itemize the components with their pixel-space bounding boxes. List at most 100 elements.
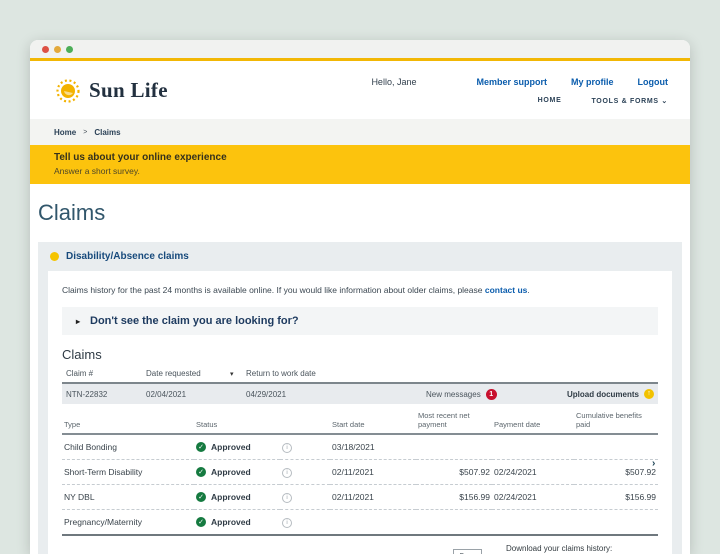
chevron-down-icon: ⌄ [661, 98, 668, 105]
cell-type: Child Bonding [62, 434, 194, 460]
status-badge: Approved [211, 517, 251, 527]
breadcrumb-home-link[interactable]: Home [54, 128, 76, 137]
upload-documents-link[interactable]: Upload documents ↑ [567, 389, 654, 399]
cell-start-date [330, 510, 416, 536]
claims-table: Type Status Start date Most recent net p… [62, 406, 658, 536]
cell-start-date: 02/11/2021 [330, 460, 416, 485]
breadcrumb-current-page: Claims [94, 128, 120, 137]
pagination: ‹ « 1 2 3 4 … 5 » › 5 ⌄ [307, 544, 482, 554]
cell-payment-date: 02/24/2021 [492, 460, 574, 485]
approved-check-icon: ✓ [196, 517, 206, 527]
new-messages-link[interactable]: New messages 1 [426, 389, 497, 400]
status-badge: Approved [211, 442, 251, 452]
header-claim-number[interactable]: Claim # [66, 369, 146, 378]
claims-history-note-text: Claims history for the past 24 months is… [62, 285, 483, 295]
page-title: Claims [38, 200, 682, 226]
nav-tools-forms-label: TOOLS & FORMS [591, 98, 658, 105]
cell-net-payment: $156.99 [416, 485, 492, 510]
sun-icon [54, 76, 82, 104]
status-info-icon[interactable]: i [282, 518, 292, 528]
status-info-icon[interactable]: i [282, 468, 292, 478]
my-profile-link[interactable]: My profile [571, 77, 614, 87]
status-info-icon[interactable]: i [282, 493, 292, 503]
table-row-child-bonding[interactable]: Child Bonding ✓ Approved i 03/18/2021 [62, 434, 658, 460]
cell-payment-date [492, 434, 574, 460]
utility-links: Hello, Jane Member support My profile Lo… [371, 77, 668, 87]
col-cumulative: Cumulative benefits paid [574, 406, 658, 434]
cell-cumulative: $507.92 [574, 460, 658, 485]
nav-tools-forms-menu[interactable]: TOOLS & FORMS ⌄ [591, 97, 668, 105]
download-label: Download your claims history: [506, 544, 658, 553]
claim-summary-header: Claim # Date requested ▾ Return to work … [62, 367, 658, 382]
table-row-pregnancy-maternity[interactable]: Pregnancy/Maternity ✓Approved i [62, 510, 658, 536]
nav-home-link[interactable]: HOME [538, 97, 562, 105]
col-spacer [280, 406, 330, 434]
claim-date-requested: 02/04/2021 [146, 390, 246, 399]
primary-nav: HOME TOOLS & FORMS ⌄ [538, 97, 668, 105]
breadcrumb: Home > Claims [30, 119, 690, 145]
header-date-requested[interactable]: Date requested [146, 369, 230, 378]
col-start-date: Start date [330, 406, 416, 434]
col-payment-date: Payment date [492, 406, 574, 434]
page-size-select[interactable]: 5 ⌄ [453, 549, 482, 554]
header-utility-nav: Hello, Jane Member support My profile Lo… [371, 61, 668, 119]
cell-start-date: 02/11/2021 [330, 485, 416, 510]
claims-section-title: Claims [62, 347, 658, 362]
table-row-short-term-disability[interactable]: Short-Term Disability ✓ Approved i 02/11/… [62, 460, 658, 485]
status-badge: Approved [211, 467, 251, 477]
header-return-to-work[interactable]: Return to work date [246, 369, 316, 378]
upload-icon: ↑ [644, 389, 654, 399]
approved-check-icon: ✓ [196, 492, 206, 502]
main-content: Claims Disability/Absence claims Claims … [30, 200, 690, 554]
sunlife-logo[interactable]: Sun Life [54, 61, 168, 119]
cell-cumulative: $156.99 [574, 485, 658, 510]
logout-link[interactable]: Logout [638, 77, 669, 87]
table-footer: ‹ « 1 2 3 4 … 5 » › 5 ⌄ [62, 544, 658, 554]
cell-net-payment [416, 434, 492, 460]
cell-payment-date [492, 510, 574, 536]
brand-wordmark: Sun Life [89, 78, 168, 103]
cell-type: Short-Term Disability [62, 460, 194, 485]
claims-table-header-row: Type Status Start date Most recent net p… [62, 406, 658, 434]
approved-check-icon: ✓ [196, 467, 206, 477]
claim-return-date: 04/29/2021 [246, 390, 376, 399]
cell-start-date: 03/18/2021 [330, 434, 416, 460]
claims-card: Claims history for the past 24 months is… [48, 271, 672, 554]
disability-claims-panel: Disability/Absence claims Claims history… [38, 242, 682, 554]
zoom-window-button[interactable] [66, 46, 73, 53]
cell-net-payment [416, 510, 492, 536]
missing-claim-expander[interactable]: ▸ Don't see the claim you are looking fo… [62, 307, 658, 335]
download-claims-history: Download your claims history: A Adobe .p… [506, 544, 658, 554]
sort-descending-icon[interactable]: ▾ [230, 370, 246, 378]
user-greeting: Hello, Jane [371, 77, 416, 87]
cell-payment-date: 02/24/2021 [492, 485, 574, 510]
cell-cumulative [574, 434, 658, 460]
expander-arrow-icon: ▸ [76, 317, 80, 326]
new-messages-badge: 1 [486, 389, 497, 400]
minimize-window-button[interactable] [54, 46, 61, 53]
panel-header: Disability/Absence claims [38, 242, 682, 271]
claim-number: NTN-22832 [66, 390, 146, 399]
col-type: Type [62, 406, 194, 434]
survey-banner[interactable]: Tell us about your online experience Ans… [30, 145, 690, 184]
contact-us-link[interactable]: contact us [485, 285, 528, 295]
disability-bullet-icon [50, 252, 59, 261]
status-badge: Approved [211, 492, 251, 502]
cell-cumulative [574, 510, 658, 536]
claims-history-note: Claims history for the past 24 months is… [62, 285, 658, 295]
close-window-button[interactable] [42, 46, 49, 53]
new-messages-label: New messages [426, 390, 481, 399]
approved-check-icon: ✓ [196, 442, 206, 452]
panel-header-label: Disability/Absence claims [66, 251, 189, 262]
survey-banner-title: Tell us about your online experience [54, 152, 666, 163]
claim-summary-row[interactable]: NTN-22832 02/04/2021 04/29/2021 New mess… [62, 382, 658, 404]
breadcrumb-separator-icon: > [83, 129, 87, 136]
member-support-link[interactable]: Member support [476, 77, 547, 87]
status-info-icon[interactable]: i [282, 443, 292, 453]
window-titlebar [30, 40, 690, 58]
table-row-ny-dbl[interactable]: NY DBL ✓ Approved i 02/11/2021 $156.99 02… [62, 485, 658, 510]
table-scroll-right-icon[interactable]: › [652, 458, 655, 469]
cell-type: NY DBL [62, 485, 194, 510]
browser-window: Sun Life Hello, Jane Member support My p… [30, 40, 690, 554]
survey-banner-link[interactable]: Answer a short survey. [54, 166, 666, 176]
